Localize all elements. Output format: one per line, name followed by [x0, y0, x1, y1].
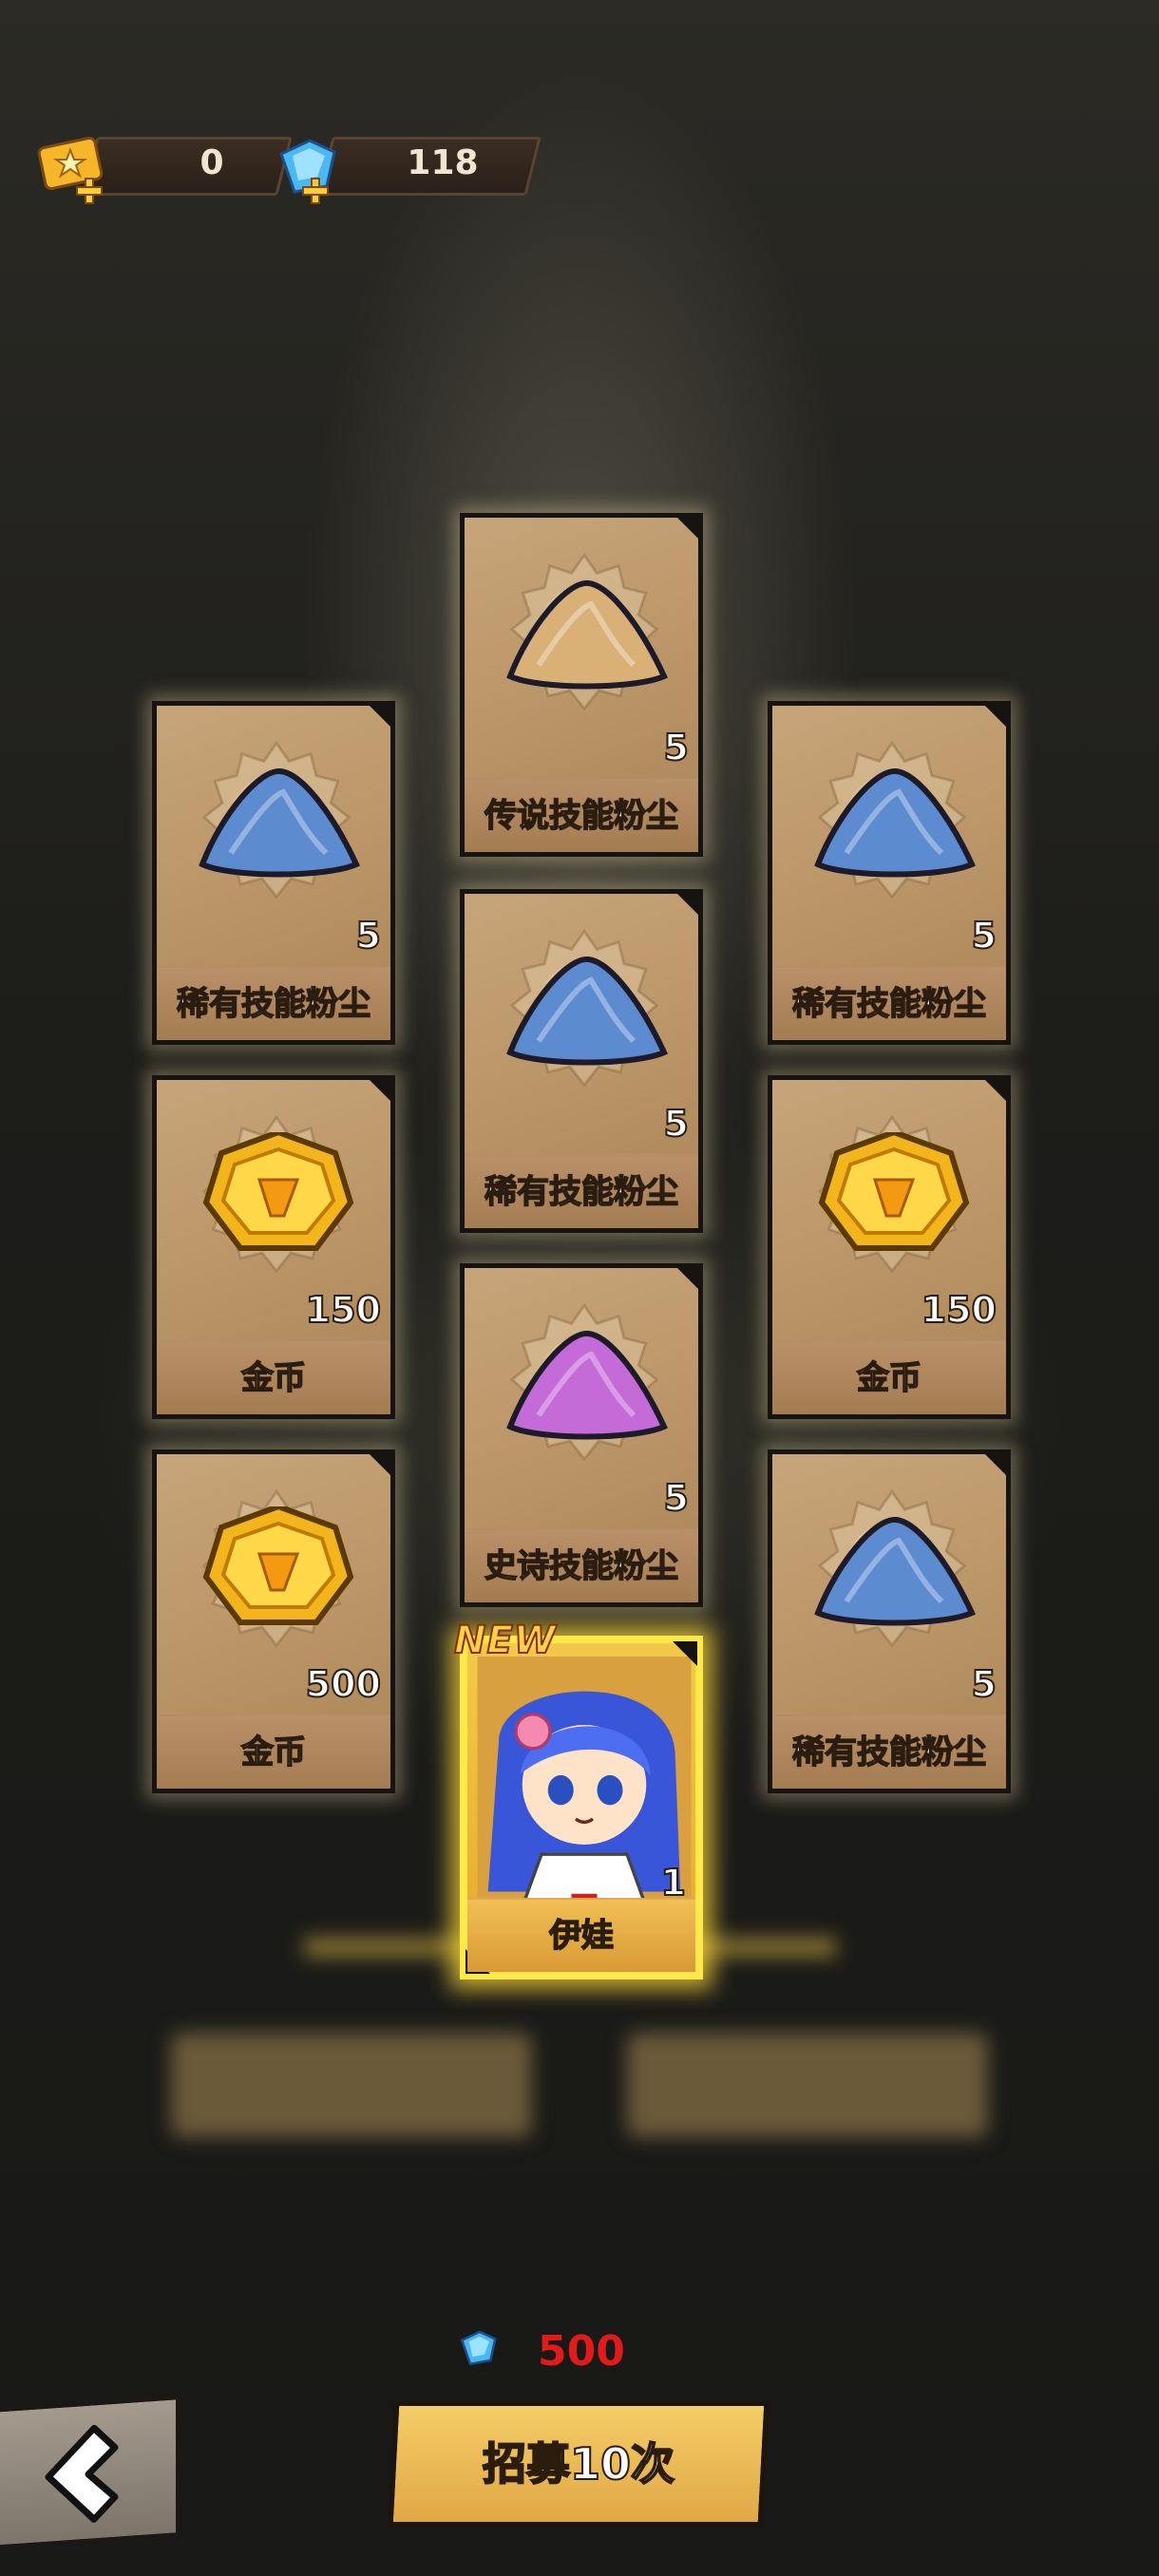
reward-label: 稀有技能粉尘 [157, 966, 390, 1040]
reward-count: 150 [921, 1288, 998, 1332]
ticket-count: 0 [200, 143, 224, 182]
reward-label: 金币 [157, 1714, 390, 1789]
card-corner [368, 1452, 392, 1477]
reward-card[interactable]: 150 金币 [152, 1075, 395, 1419]
back-arrow-icon [45, 2424, 119, 2523]
reward-card[interactable]: 5 稀有技能粉尘 [768, 1449, 1011, 1793]
reward-label: 稀有技能粉尘 [465, 1154, 698, 1228]
card-corner [983, 1452, 1008, 1477]
reward-count: 5 [663, 1476, 690, 1520]
reward-card[interactable]: 5 稀有技能粉尘 [152, 701, 395, 1045]
ticket-currency[interactable]: 0 [36, 133, 293, 204]
reward-card[interactable]: 500 金币 [152, 1449, 395, 1793]
diamond-currency[interactable]: 118 [272, 133, 542, 204]
back-button[interactable] [0, 2395, 180, 2550]
gold-coin-icon [202, 1132, 354, 1251]
reward-label: 金币 [772, 1340, 1006, 1414]
cost-value: 500 [538, 2327, 625, 2376]
reward-card[interactable]: 150 金币 [768, 1075, 1011, 1419]
reward-label: 稀有技能粉尘 [772, 966, 1006, 1040]
rare-dust-icon [814, 1517, 977, 1626]
gold-coin-icon [818, 1132, 970, 1251]
reward-card[interactable]: 5 史诗技能粉尘 [460, 1263, 703, 1607]
recruit-10-button[interactable]: 招募10次 [388, 2401, 770, 2527]
reward-count: 150 [305, 1288, 382, 1332]
reward-count: 5 [663, 726, 690, 769]
rare-dust-icon [199, 768, 361, 878]
diamond-icon [460, 2330, 497, 2366]
card-corner [673, 1641, 697, 1666]
reward-label: 金币 [157, 1340, 390, 1414]
card-corner [675, 516, 700, 540]
reward-label: 史诗技能粉尘 [465, 1528, 698, 1602]
reward-label: 稀有技能粉尘 [772, 1714, 1006, 1789]
recruit-label: 招募10次 [482, 2437, 675, 2491]
epic-dust-icon [506, 1331, 669, 1440]
card-corner [983, 1078, 1008, 1103]
diamond-plus-icon [279, 139, 336, 204]
reward-label: 传说技能粉尘 [465, 778, 698, 852]
reward-count: 5 [971, 1662, 998, 1706]
reward-card[interactable]: 5 传说技能粉尘 [460, 513, 703, 857]
gold-coin-icon [202, 1506, 354, 1625]
reward-label: 伊娃 [467, 1898, 695, 1972]
legendary-dust-icon [506, 580, 669, 690]
reward-count: 5 [971, 914, 998, 957]
reward-card[interactable]: 5 稀有技能粉尘 [768, 701, 1011, 1045]
hero-reward-card[interactable]: 1 伊娃 NEW [453, 1618, 703, 1979]
card-corner [368, 1078, 392, 1103]
reward-card[interactable]: 5 稀有技能粉尘 [460, 889, 703, 1233]
reward-count: 5 [663, 1102, 690, 1146]
card-corner [675, 892, 700, 917]
new-tag: NEW [453, 1618, 557, 1663]
reward-count: 5 [355, 914, 382, 957]
diamond-count: 118 [407, 143, 479, 182]
card-corner [675, 1266, 700, 1291]
card-corner [983, 704, 1008, 729]
card-corner [368, 704, 392, 729]
rare-dust-icon [506, 957, 669, 1066]
rare-dust-icon [814, 768, 977, 878]
reward-count: 500 [305, 1662, 382, 1706]
ticket-plus-icon [37, 136, 104, 204]
